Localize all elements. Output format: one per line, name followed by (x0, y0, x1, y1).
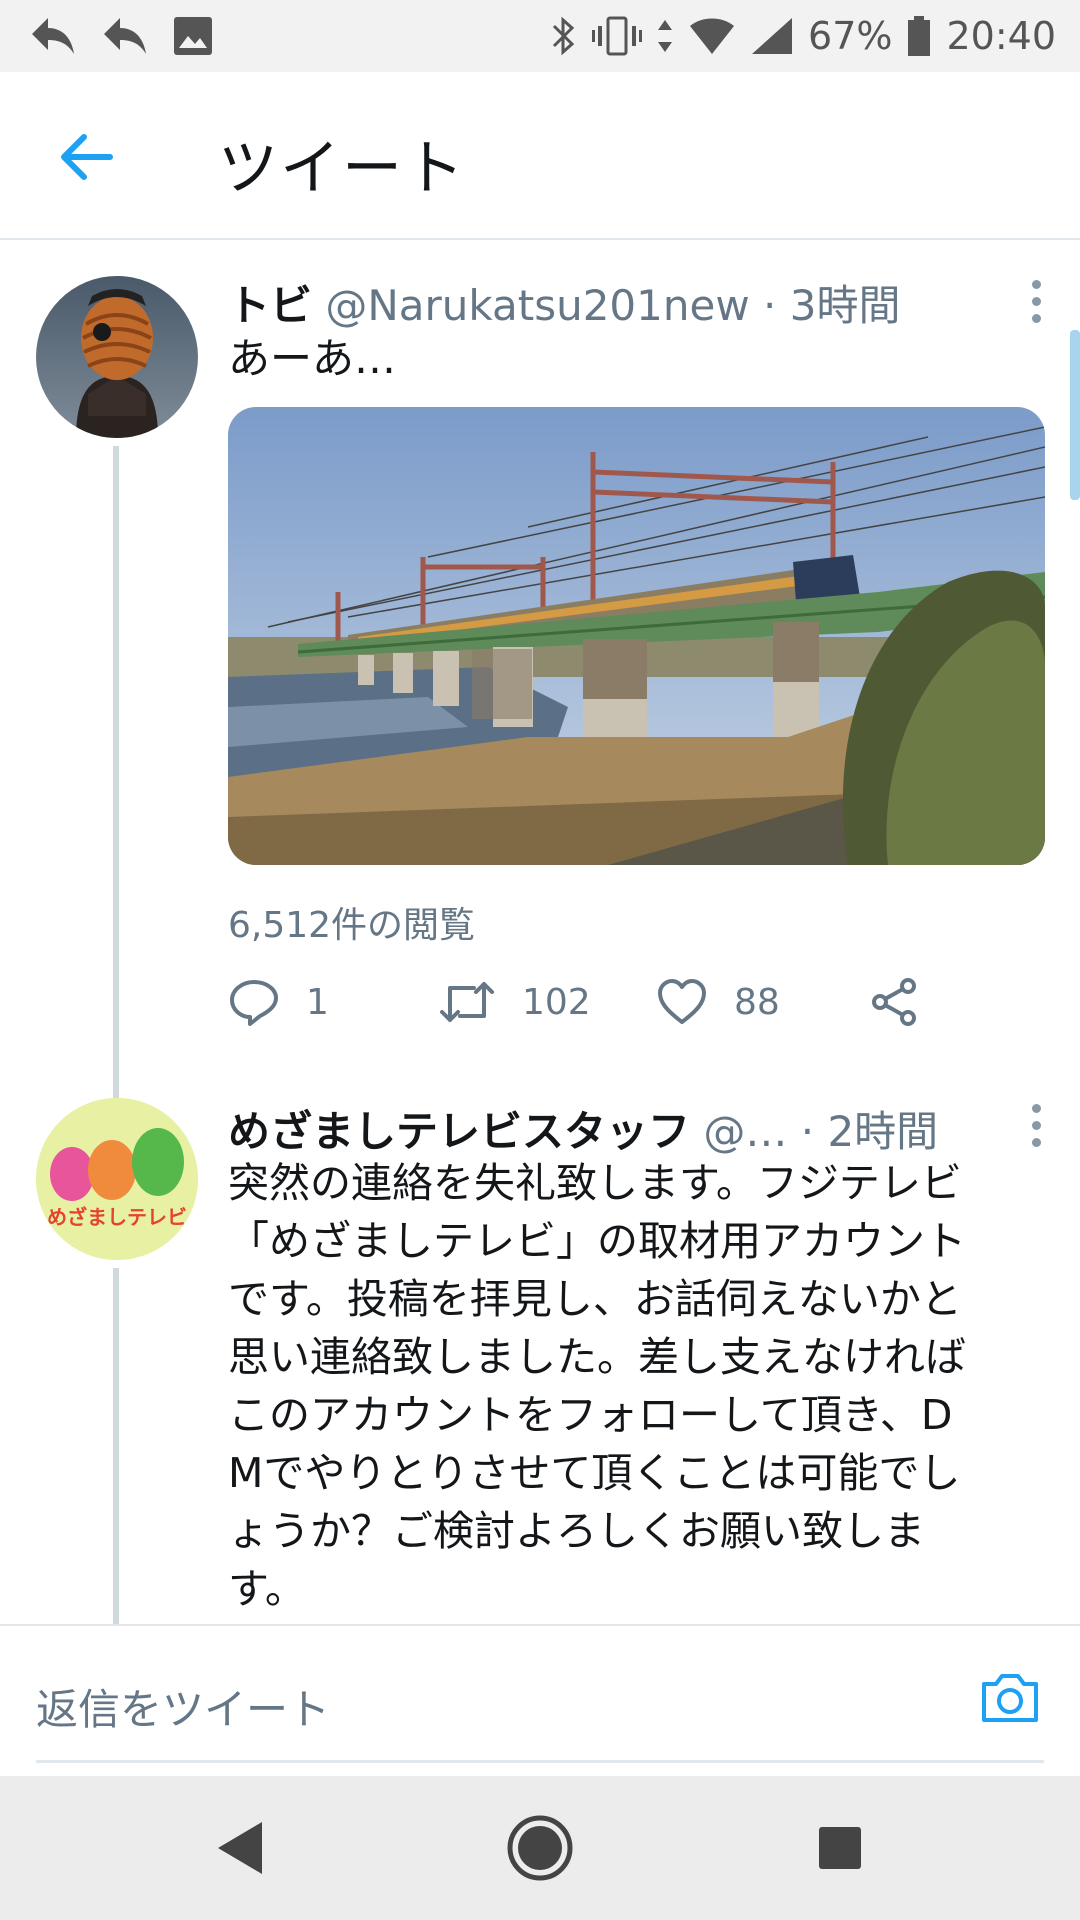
wifi-icon (690, 18, 735, 54)
like-icon (658, 979, 706, 1024)
undo-icon (32, 18, 74, 54)
data-icon (658, 20, 673, 52)
bluetooth-icon (552, 16, 575, 56)
tweet-text-line: 「めざましテレビ」の取材用アカウント (228, 1217, 966, 1265)
image-icon (174, 17, 212, 55)
status-bar: 67% 20:40 (0, 0, 1080, 72)
more-icon[interactable] (1032, 1104, 1046, 1155)
clock: 20:40 (946, 14, 1056, 58)
battery-percent: 67% (808, 14, 893, 58)
nav-recents-button[interactable] (780, 1776, 900, 1920)
vibrate-icon (592, 16, 643, 56)
more-icon[interactable] (1032, 280, 1046, 331)
back-arrow-icon[interactable] (52, 122, 122, 192)
camera-icon[interactable] (978, 1666, 1042, 1730)
tweet-text-line: 思い連絡致しました。差し支えなければ (228, 1333, 966, 1381)
nav-home-icon (507, 1815, 573, 1881)
tweet-header: めざましテレビスタッフ @… · 2時間 (228, 1098, 938, 1159)
separator: · (763, 281, 777, 330)
reply-divider (36, 1760, 1044, 1763)
tweet-tobi[interactable]: トビ @Narukatsu201new · 3時間 あーあ… 6,512件の閲覧… (0, 238, 1080, 1098)
tweet-text-line: Mでやりとりさせて頂くことは可能でし (228, 1449, 961, 1497)
page-title: ツイート (218, 134, 466, 204)
battery-icon (908, 16, 931, 56)
tweet-text-line: す。 (228, 1565, 306, 1613)
thread-line (113, 446, 119, 1098)
retweet-count: 102 (522, 981, 591, 1023)
retweet-icon (440, 982, 494, 1022)
tweet-text-line: 突然の連絡を失礼致します。フジテレビ (228, 1159, 962, 1207)
tweet-header: トビ @Narukatsu201new · 3時間 (228, 272, 901, 333)
view-count[interactable]: 6,512件の閲覧 (228, 896, 475, 948)
timestamp[interactable]: 2時間 (827, 1107, 938, 1156)
share-action[interactable] (868, 976, 920, 1028)
separator: · (800, 1107, 815, 1156)
retweet-action[interactable]: 102 (438, 976, 591, 1028)
tweet-text-line: このアカウントをフォローして頂き、D (228, 1391, 953, 1439)
timestamp[interactable]: 3時間 (790, 281, 901, 330)
handle[interactable]: @Narukatsu201new (325, 281, 749, 330)
system-nav-bar (0, 1776, 1080, 1920)
reply-icon (230, 980, 278, 1026)
share-icon (872, 978, 916, 1026)
tweet-text-line: です。投稿を拝見し、お話伺えないかと (228, 1275, 962, 1323)
display-name[interactable]: めざましテレビスタッフ (228, 1107, 690, 1156)
reply-count: 1 (306, 981, 329, 1023)
nav-back-icon (218, 1822, 262, 1874)
handle[interactable]: @… (703, 1107, 787, 1156)
header: ツイート (0, 72, 1080, 240)
nav-recents-icon (819, 1827, 861, 1869)
signal-icon (752, 18, 793, 54)
reply-bar: 返信をツイート (0, 1624, 1080, 1778)
tweet-text: 突然の連絡を失礼致します。フジテレビ 「めざましテレビ」の取材用アカウント です… (228, 1154, 966, 1618)
reply-action[interactable]: 1 (228, 976, 329, 1028)
avatar-text: めざましテレビ (47, 1205, 187, 1229)
reply-input[interactable]: 返信をツイート (36, 1676, 330, 1737)
tweet-mezamashi[interactable]: めざましテレビ めざましテレビスタッフ @… · 2時間 突然の連絡を失礼致しま… (0, 1098, 1080, 1624)
display-name[interactable]: トビ (228, 281, 312, 330)
tweet-text: あーあ… (228, 334, 397, 383)
reply-icon (104, 18, 146, 54)
video-thumbnail[interactable] (228, 407, 1045, 865)
like-count: 88 (734, 981, 780, 1023)
tweet-text-line: ょうか？ご検討よろしくお願い致しま (228, 1507, 925, 1555)
like-action[interactable]: 88 (656, 976, 780, 1028)
nav-back-button[interactable] (180, 1776, 300, 1920)
nav-home-button[interactable] (480, 1776, 600, 1920)
avatar[interactable]: めざましテレビ (36, 1098, 198, 1260)
tweet-actions: 1 102 88 (228, 976, 1068, 1036)
avatar[interactable] (36, 276, 198, 438)
thread-line (113, 1268, 119, 1624)
